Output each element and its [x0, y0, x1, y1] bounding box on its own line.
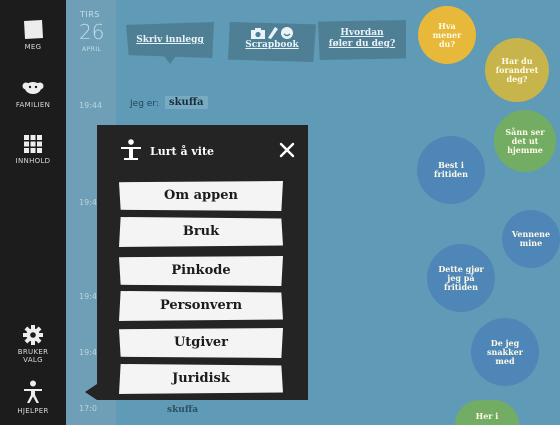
timestamp: 19:4	[79, 198, 97, 207]
timestamp: 19:44	[79, 101, 103, 110]
weekday-label: TIRS	[80, 10, 100, 19]
scrapbook-label: Scrapbook	[245, 39, 299, 50]
nav-item-innhold[interactable]: INNHOLD	[0, 134, 66, 165]
camera-icon	[250, 27, 265, 39]
feed-stub-text: skuffa	[167, 405, 199, 415]
bubble-label: Hva mener du?	[432, 20, 462, 49]
bubble-label: De jeg snakker med	[487, 337, 523, 366]
nav-item-hjelper[interactable]: HJELPER	[0, 380, 66, 415]
nav-label: BRUKER VALG	[17, 348, 49, 364]
nav-label: HJELPER	[17, 407, 49, 415]
pencil-icon	[268, 27, 278, 39]
timestamp: 19:4	[79, 348, 97, 357]
menu-item-personvern[interactable]: Personvern	[119, 291, 283, 321]
feeling-button[interactable]: Hvordan føler du deg?	[318, 20, 406, 60]
menu-item-pinkode[interactable]: Pinkode	[119, 256, 283, 286]
month-label: APRIL	[82, 46, 102, 53]
bubble-har-du-forandret-deg[interactable]: Har du forandret deg?	[485, 38, 549, 102]
menu-item-bruk[interactable]: Bruk	[119, 217, 283, 247]
bubble-label: Best i fritiden	[434, 160, 468, 179]
bubble-de-jeg-snakker-med[interactable]: De jeg snakker med	[471, 318, 539, 386]
bubble-best-i-fritiden[interactable]: Best i fritiden	[417, 136, 485, 204]
bubble-label: Har du forandret deg?	[495, 55, 539, 84]
helper-person-icon	[24, 380, 42, 403]
grid-icon	[24, 135, 42, 153]
info-person-icon	[121, 139, 141, 160]
nav-label: FAMILIEN	[15, 101, 51, 109]
panel-title: Lurt å vite	[150, 145, 215, 158]
scrapbook-icons	[228, 27, 316, 40]
feeling-line2: føler du deg?	[328, 39, 396, 49]
bubble-sann-ser-det-ut-hjemme[interactable]: Sånn ser det ut hjemme	[494, 110, 556, 172]
menu-item-juridisk[interactable]: Juridisk	[119, 364, 283, 394]
panel-pointer	[85, 384, 97, 400]
timestamp: 17:0	[79, 404, 97, 413]
speech-tail	[164, 56, 176, 64]
scrapbook-button[interactable]: Scrapbook	[228, 22, 316, 62]
gear-icon	[23, 325, 43, 345]
bubble-label: Vennene mine	[511, 229, 551, 248]
nav-item-familien[interactable]: FAMILIEN	[0, 78, 66, 109]
menu-item-utgiver[interactable]: Utgiver	[119, 328, 283, 358]
square-icon	[24, 20, 43, 39]
bubble-label: Her i	[475, 411, 499, 421]
timestamp: 19:4	[79, 292, 97, 301]
status-value[interactable]: skuffa	[165, 96, 208, 109]
bubble-vennene-mine[interactable]: Vennene mine	[502, 210, 560, 268]
day-number: 26	[79, 20, 105, 44]
bubble-hva-mener-du[interactable]: Hva mener du?	[418, 6, 476, 64]
family-icon	[22, 82, 44, 94]
feeling-line1: Hvordan	[340, 28, 384, 38]
status-prefix: Jeg er:	[130, 99, 159, 109]
write-post-button[interactable]: Skriv innlegg	[126, 22, 214, 58]
nav-label: INNHOLD	[15, 157, 51, 165]
close-icon[interactable]	[277, 140, 297, 160]
smiley-icon	[281, 27, 294, 39]
bubble-dette-gjor-jeg-pa-fritiden[interactable]: Dette gjør jeg på fritiden	[427, 244, 495, 312]
left-nav: MEG FAMILIEN INNHOLD BRUKER VALG HJELPER	[0, 0, 66, 425]
nav-item-meg[interactable]: MEG	[0, 18, 66, 51]
nav-label: MEG	[24, 43, 42, 51]
menu-item-om-appen[interactable]: Om appen	[119, 181, 283, 211]
write-post-label: Skriv innlegg	[136, 35, 204, 45]
bubble-label: Sånn ser det ut hjemme	[505, 126, 545, 155]
bubble-label: Dette gjør jeg på fritiden	[438, 263, 484, 292]
nav-item-bruker-valg[interactable]: BRUKER VALG	[0, 325, 66, 364]
